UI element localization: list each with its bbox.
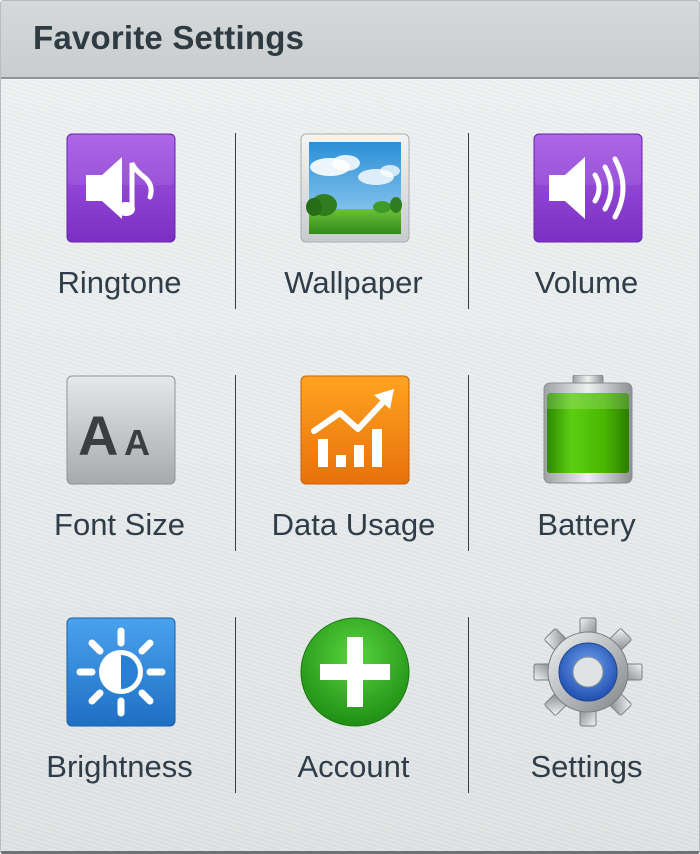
wallpaper-icon xyxy=(300,133,410,243)
add-account-icon xyxy=(300,617,410,727)
volume-icon xyxy=(533,133,643,243)
tile-volume[interactable]: Volume xyxy=(470,79,699,321)
tile-label-data-usage: Data Usage xyxy=(271,507,436,542)
column-divider xyxy=(468,617,469,793)
tile-label-font-size: Font Size xyxy=(54,507,185,542)
favorite-settings-panel: Favorite Settings Ringtone Wallpaper Vol… xyxy=(0,0,700,854)
ringtone-icon xyxy=(66,133,176,243)
tile-label-brightness: Brightness xyxy=(46,749,193,784)
tile-ringtone[interactable]: Ringtone xyxy=(3,79,236,321)
column-divider xyxy=(468,375,469,551)
tile-label-battery: Battery xyxy=(537,507,636,542)
tile-label-settings: Settings xyxy=(530,749,643,784)
header-bar: Favorite Settings xyxy=(1,1,699,79)
brightness-icon xyxy=(66,617,176,727)
tile-data-usage[interactable]: Data Usage xyxy=(237,321,470,563)
column-divider xyxy=(468,133,469,309)
tile-wallpaper[interactable]: Wallpaper xyxy=(237,79,470,321)
svg-text:A: A xyxy=(78,404,118,467)
tile-brightness[interactable]: Brightness xyxy=(3,563,236,805)
tile-label-volume: Volume xyxy=(534,265,639,300)
column-divider xyxy=(235,375,236,551)
battery-icon xyxy=(533,375,643,485)
page-title: Favorite Settings xyxy=(33,19,305,56)
font-size-icon: A A xyxy=(66,375,176,485)
column-divider xyxy=(235,133,236,309)
tile-settings[interactable]: Settings xyxy=(470,563,699,805)
settings-gear-icon xyxy=(533,617,643,727)
tile-font-size[interactable]: A A Font Size xyxy=(3,321,236,563)
data-usage-icon xyxy=(300,375,410,485)
tile-label-wallpaper: Wallpaper xyxy=(284,265,423,300)
tile-label-ringtone: Ringtone xyxy=(57,265,182,300)
tile-label-account: Account xyxy=(297,749,410,784)
svg-text:A: A xyxy=(124,422,150,463)
column-divider xyxy=(235,617,236,793)
tile-account[interactable]: Account xyxy=(237,563,470,805)
tile-battery[interactable]: Battery xyxy=(470,321,699,563)
